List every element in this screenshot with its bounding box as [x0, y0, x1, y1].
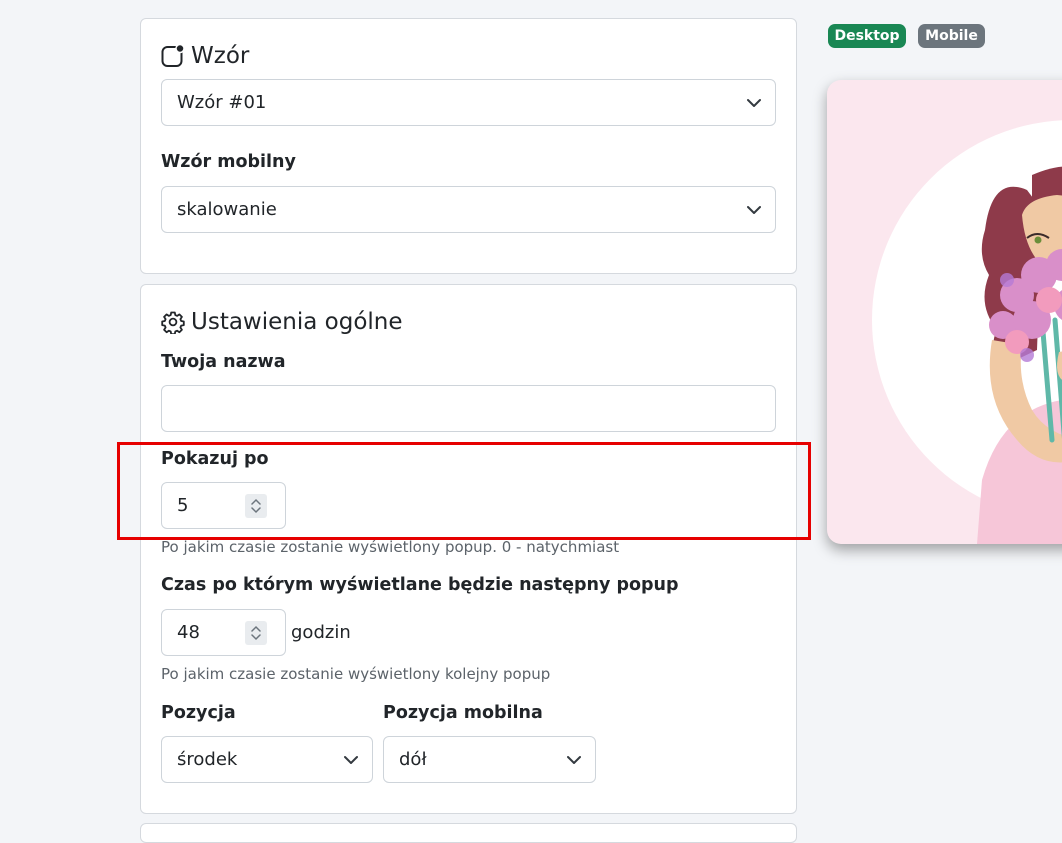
next-card [140, 823, 797, 843]
pattern-card-title: Wzór [161, 43, 249, 69]
pattern-card: Wzór Wzór #01 Wzór mobilny skalowanie [140, 18, 797, 274]
next-popup-help: Po jakim czasie zostanie wyświetlony kol… [161, 665, 551, 683]
show-after-label: Pokazuj po [161, 449, 269, 469]
next-popup-label: Czas po którym wyświetlane będzie następ… [161, 575, 679, 595]
pattern-title-text: Wzór [191, 43, 250, 69]
mobile-position-label: Pozycja mobilna [383, 703, 543, 723]
position-select-value: środek [177, 749, 238, 770]
name-input[interactable] [161, 385, 776, 432]
name-label: Twoja nazwa [161, 352, 286, 372]
chevron-down-icon [747, 98, 761, 107]
woman-with-flowers-illustration [872, 120, 1062, 544]
next-popup-unit: godzin [291, 622, 351, 643]
show-after-input[interactable]: 5 [161, 482, 286, 529]
chevron-down-icon [567, 755, 581, 764]
desktop-preview-badge[interactable]: Desktop [828, 24, 906, 48]
chevron-down-icon [747, 205, 761, 214]
position-select[interactable]: środek [161, 736, 373, 783]
number-spinner[interactable] [245, 494, 267, 518]
general-settings-title: Ustawienia ogólne [161, 309, 403, 335]
show-after-help: Po jakim czasie zostanie wyświetlony pop… [161, 538, 620, 556]
pattern-icon [161, 44, 185, 67]
mobile-position-select-value: dół [399, 749, 427, 770]
number-spinner[interactable] [245, 621, 267, 645]
general-settings-title-text: Ustawienia ogólne [191, 309, 403, 335]
show-after-value: 5 [177, 495, 189, 516]
mobile-preview-badge[interactable]: Mobile [918, 24, 985, 48]
pattern-select-value: Wzór #01 [177, 92, 267, 113]
spinner-arrows-icon [251, 498, 261, 514]
chevron-down-icon [344, 755, 358, 764]
mobile-position-select[interactable]: dół [383, 736, 596, 783]
position-label: Pozycja [161, 703, 236, 723]
mobile-pattern-select[interactable]: skalowanie [161, 186, 776, 233]
mobile-pattern-select-value: skalowanie [177, 199, 277, 220]
next-popup-value: 48 [177, 622, 200, 643]
popup-preview [827, 80, 1062, 544]
pattern-select[interactable]: Wzór #01 [161, 79, 776, 126]
gear-icon [161, 311, 185, 334]
mobile-pattern-label: Wzór mobilny [161, 152, 296, 172]
spinner-arrows-icon [251, 625, 261, 641]
general-settings-card: Ustawienia ogólne Twoja nazwa Pokazuj po… [140, 284, 797, 814]
next-popup-input[interactable]: 48 [161, 609, 286, 656]
